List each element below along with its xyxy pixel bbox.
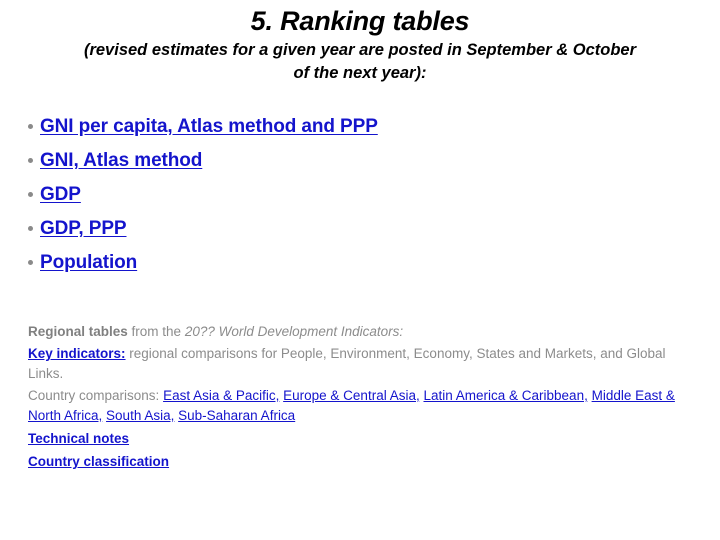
link-latin-america-caribbean[interactable]: Latin America & Caribbean, [423,388,587,403]
bullet-dot-icon [28,124,33,129]
link-sub-saharan-africa[interactable]: Sub-Saharan Africa [178,408,295,423]
key-indicators-line: Key indicators: regional comparisons for… [28,344,676,384]
ranking-tables-list: GNI per capita, Atlas method and PPP GNI… [28,114,688,284]
page-title: 5. Ranking tables [250,6,470,36]
link-population[interactable]: Population [40,252,137,273]
link-gdp[interactable]: GDP [40,184,81,205]
regional-tables-heading-line: Regional tables from the 20?? World Deve… [28,322,676,342]
link-europe-central-asia[interactable]: Europe & Central Asia, [283,388,420,403]
technical-notes-line: Technical notes [28,429,676,449]
bullet-dot-icon [28,260,33,265]
link-key-indicators[interactable]: Key indicators: [28,346,126,361]
bullet-dot-icon [28,192,33,197]
bullet-dot-icon [28,226,33,231]
page-subtitle-line-1: (revised estimates for a given year are … [83,41,637,59]
link-technical-notes[interactable]: Technical notes [28,431,129,446]
link-country-classification[interactable]: Country classification [28,454,169,469]
link-east-asia-pacific[interactable]: East Asia & Pacific, [163,388,279,403]
regional-tables-notes: Regional tables from the 20?? World Deve… [28,322,676,472]
regional-tables-source-title: 20?? World Development Indicators: [184,324,404,339]
bullet-dot-icon [28,158,33,163]
link-gdp-ppp[interactable]: GDP, PPP [40,218,127,239]
link-south-asia[interactable]: South Asia, [106,408,174,423]
regional-tables-from-text: from the [127,324,185,339]
slide-canvas: 5. Ranking tables (revised estimates for… [0,0,720,540]
link-gni-atlas-method[interactable]: GNI, Atlas method [40,150,202,171]
page-subtitle-line-2: of the next year): [293,64,427,82]
list-item[interactable]: GDP, PPP [28,216,688,250]
list-item[interactable]: GDP [28,182,688,216]
regional-tables-label: Regional tables [28,324,128,339]
list-item[interactable]: Population [28,250,688,284]
title-block: 5. Ranking tables (revised estimates for… [36,4,684,84]
country-comparisons-label: Country comparisons: [28,388,164,403]
list-item[interactable]: GNI per capita, Atlas method and PPP [28,114,688,148]
link-gni-per-capita-atlas-and-ppp[interactable]: GNI per capita, Atlas method and PPP [40,116,378,137]
country-classification-line: Country classification [28,452,676,472]
list-item[interactable]: GNI, Atlas method [28,148,688,182]
country-comparisons-line: Country comparisons: East Asia & Pacific… [28,386,676,426]
